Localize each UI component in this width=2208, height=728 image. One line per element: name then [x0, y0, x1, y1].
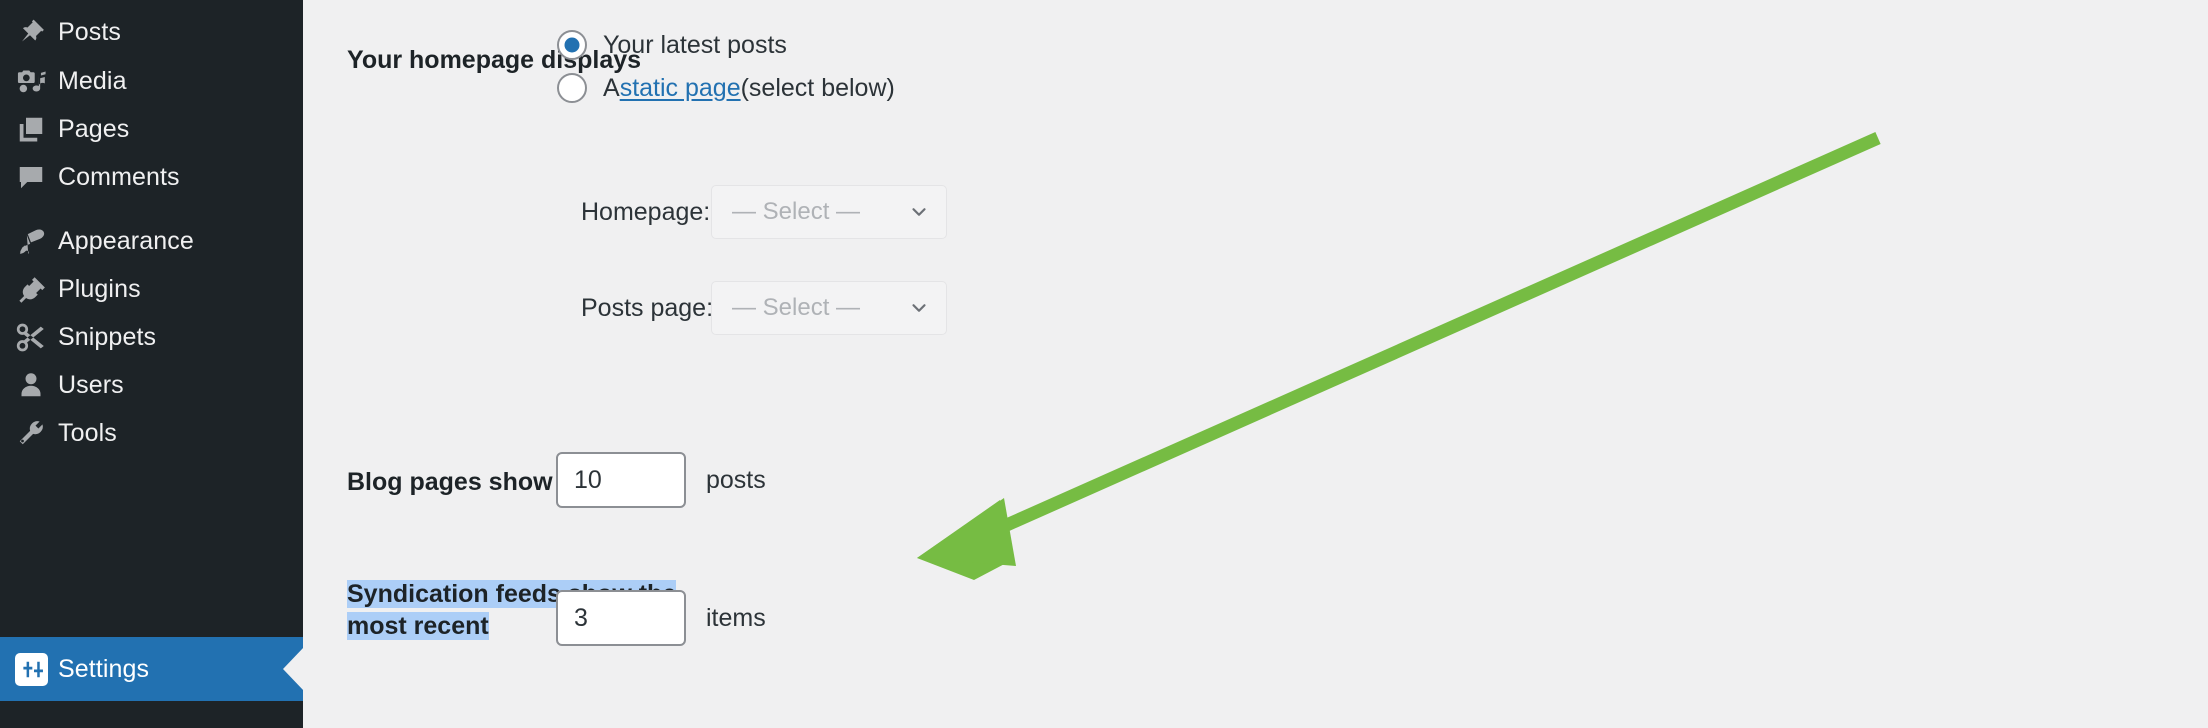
user-icon: [0, 370, 56, 400]
pages-icon: [0, 114, 56, 144]
chevron-down-icon: [908, 297, 930, 319]
wrench-icon: [0, 418, 56, 448]
posts-page-select[interactable]: — Select —: [711, 281, 947, 335]
sidebar-item-label: Users: [58, 370, 124, 399]
radio-static-page-row[interactable]: A static page (select below): [557, 73, 895, 103]
radio-static-page[interactable]: [557, 73, 587, 103]
sidebar-item-label: Media: [58, 66, 127, 95]
sidebar-item-label: Tools: [58, 418, 117, 447]
radio-static-page-suffix: (select below): [740, 73, 895, 102]
homepage-select-row: Homepage: — Select —: [581, 185, 947, 239]
static-page-link[interactable]: static page: [620, 74, 741, 103]
sidebar-item-label: Pages: [58, 114, 130, 143]
active-menu-notch: [283, 647, 304, 691]
pin-icon: [0, 17, 56, 47]
sidebar-item-settings[interactable]: Settings: [0, 637, 304, 701]
sidebar-item-label: Appearance: [58, 226, 194, 255]
paintbrush-icon: [0, 226, 56, 257]
sidebar-item-tools[interactable]: Tools: [0, 401, 303, 465]
media-icon: [0, 66, 56, 97]
homepage-select-value: — Select —: [732, 198, 861, 225]
homepage-select-label: Homepage:: [581, 197, 711, 226]
sidebar-item-label: Snippets: [58, 322, 157, 351]
radio-latest-posts[interactable]: [557, 30, 587, 60]
syndication-feeds-unit: items: [706, 603, 766, 632]
syndication-feeds-label-line2: most recent: [347, 612, 489, 640]
syndication-feeds-row: 3 items: [556, 590, 766, 646]
sidebar-item-comments[interactable]: Comments: [0, 145, 303, 209]
syndication-feeds-input[interactable]: 3: [556, 590, 686, 646]
sidebar-item-label: Settings: [58, 654, 150, 683]
posts-page-select-row: Posts page: — Select —: [581, 281, 947, 335]
sidebar-item-label: Plugins: [58, 274, 141, 303]
sidebar-item-label: Posts: [58, 17, 122, 46]
posts-page-select-label: Posts page:: [581, 293, 714, 322]
sidebar-item-label: Comments: [58, 162, 180, 191]
radio-latest-posts-label: Your latest posts: [603, 30, 787, 59]
admin-sidebar: Posts Media Pages Comments Appearance Pl…: [0, 0, 304, 728]
posts-page-select-value: — Select —: [732, 294, 861, 321]
settings-reading-form: Your homepage displays Your latest posts…: [303, 0, 2208, 728]
scissors-icon: [0, 322, 56, 353]
radio-latest-posts-row[interactable]: Your latest posts: [557, 30, 787, 60]
blog-pages-row: 10 posts: [556, 452, 766, 508]
homepage-select[interactable]: — Select —: [711, 185, 947, 239]
blog-pages-input[interactable]: 10: [556, 452, 686, 508]
radio-static-page-prefix: A: [603, 73, 620, 102]
chevron-down-icon: [908, 201, 930, 223]
plug-icon: [0, 274, 56, 304]
blog-pages-unit: posts: [706, 465, 766, 494]
settings-icon: [0, 652, 56, 686]
comment-icon: [0, 162, 56, 192]
